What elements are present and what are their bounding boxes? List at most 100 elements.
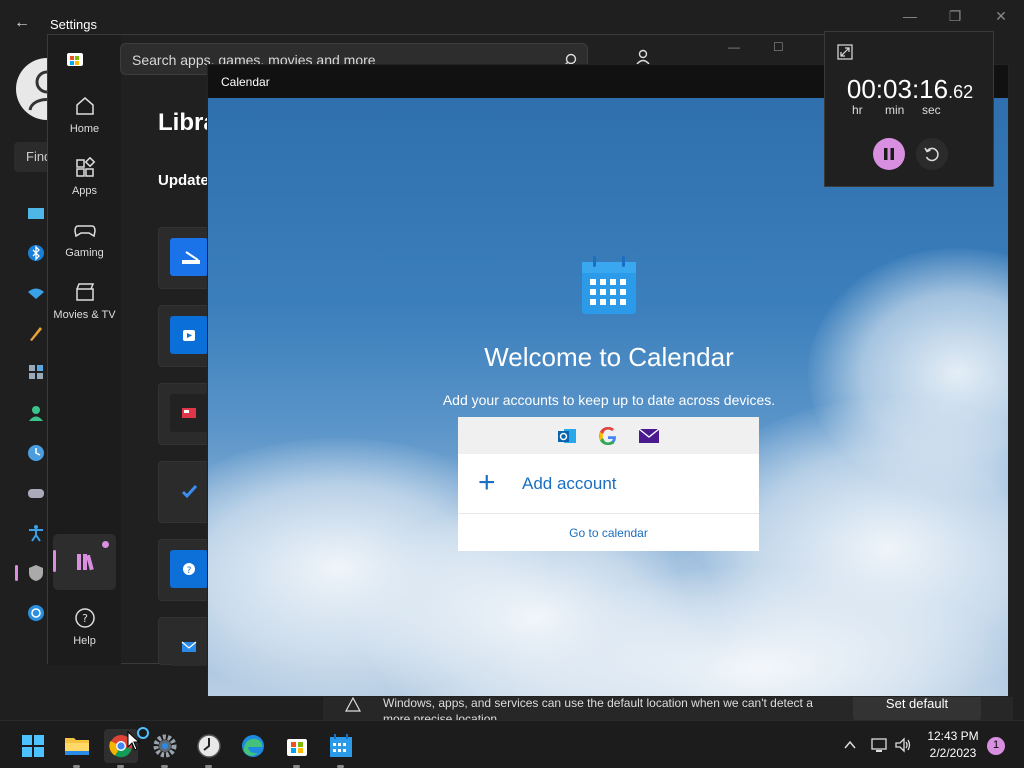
app-tile-icon <box>170 238 208 276</box>
nav-library[interactable] <box>53 534 116 590</box>
gear-icon <box>153 734 177 758</box>
pause-icon <box>884 148 894 160</box>
warning-icon <box>345 697 361 712</box>
nav-gaming[interactable]: Gaming <box>48 219 121 259</box>
timer-seconds: 16 <box>919 74 949 104</box>
welcome-heading: Welcome to Calendar <box>484 342 734 372</box>
close-icon[interactable]: ✕ <box>986 8 1016 25</box>
reset-button[interactable] <box>916 138 948 170</box>
news-icon <box>170 394 208 432</box>
clock-icon <box>197 734 221 758</box>
nav-help[interactable]: ? Help <box>48 607 121 647</box>
system-icon[interactable] <box>26 204 46 224</box>
edge-taskbar-button[interactable] <box>236 729 270 763</box>
gamepad-icon <box>73 225 96 238</box>
bluetooth-icon[interactable] <box>26 243 46 263</box>
store-nav-rail: Home Apps Gaming Movies & TV ? Help <box>48 35 121 665</box>
minimize-icon[interactable]: — <box>895 8 925 24</box>
taskbar: 12:43 PM 2/2/2023 1 <box>0 720 1024 768</box>
nav-movies-tv-label: Movies & TV <box>53 309 116 321</box>
start-icon[interactable] <box>16 729 50 763</box>
library-icon <box>77 554 94 571</box>
todo-icon <box>170 472 208 510</box>
calendar-app-icon <box>582 256 636 314</box>
accessibility-icon[interactable] <box>26 523 46 543</box>
pause-button[interactable] <box>873 138 905 170</box>
get-help-icon: ? <box>170 550 208 588</box>
store-maximize-icon[interactable]: ☐ <box>773 40 784 54</box>
google-icon <box>599 427 616 445</box>
mail-icon <box>638 428 660 443</box>
nav-gaming-label: Gaming <box>65 247 104 259</box>
folder-icon <box>65 738 89 755</box>
accounts-icon[interactable] <box>26 403 46 423</box>
time-language-icon[interactable] <box>26 443 46 463</box>
notification-badge[interactable]: 1 <box>987 737 1005 755</box>
svg-text:?: ? <box>187 566 192 576</box>
volume-icon[interactable] <box>894 736 912 754</box>
apps-settings-icon[interactable] <box>26 362 46 382</box>
plus-icon: + <box>478 466 496 499</box>
video-editor-icon <box>170 316 208 354</box>
taskbar-time[interactable]: 12:43 PM <box>920 729 986 743</box>
svg-text:?: ? <box>82 612 88 625</box>
clock-timer-widget: 00:03:16.62 hr min sec <box>824 31 994 187</box>
nav-apps-label: Apps <box>71 185 98 197</box>
minutes-label: min <box>885 103 905 117</box>
privacy-security-icon[interactable] <box>26 563 46 583</box>
set-default-button[interactable]: Set default <box>853 697 981 721</box>
edge-icon <box>242 735 264 757</box>
nav-help-label: Help <box>73 635 96 647</box>
gaming-settings-icon[interactable] <box>26 483 46 503</box>
mouse-cursor-icon <box>127 731 141 751</box>
nav-home-label: Home <box>69 123 100 135</box>
personalization-icon[interactable] <box>26 323 46 343</box>
calendar-welcome-pane: Welcome to Calendar Add your accounts to… <box>208 98 1008 696</box>
timer-hours: 00 <box>846 74 876 104</box>
add-account-label: Add account <box>522 474 617 493</box>
file-explorer-taskbar-button[interactable] <box>60 729 94 768</box>
nav-apps[interactable]: Apps <box>48 157 121 197</box>
nav-movies-tv[interactable]: Movies & TV <box>48 281 121 321</box>
seconds-label: sec <box>922 103 941 117</box>
home-icon <box>75 97 94 115</box>
add-account-button[interactable]: + Add account <box>458 454 759 511</box>
selected-indicator <box>15 565 18 581</box>
library-selected-indicator <box>53 550 56 572</box>
welcome-subtitle: Add your accounts to keep up to date acr… <box>442 392 776 408</box>
store-taskbar-button[interactable] <box>280 729 314 768</box>
timer-fraction: .62 <box>948 82 974 102</box>
restore-icon[interactable]: ❐ <box>940 8 970 25</box>
chevron-up-icon[interactable] <box>842 737 858 753</box>
nav-home[interactable]: Home <box>48 95 121 135</box>
apps-icon <box>75 157 95 177</box>
timer-readout: 00:03:16.62 <box>846 74 974 104</box>
help-icon: ? <box>74 608 95 628</box>
calendar-taskbar-button[interactable] <box>324 729 358 768</box>
store-logo-icon <box>67 53 83 66</box>
timer-minutes: 03 <box>883 74 912 104</box>
back-arrow-icon[interactable]: ← <box>14 14 30 32</box>
hours-label: hr <box>852 103 863 117</box>
calendar-icon <box>330 734 352 757</box>
settings-taskbar-button[interactable] <box>148 729 182 768</box>
account-card: + Add account Go to calendar <box>458 417 759 551</box>
default-location-banner: Windows, apps, and services can use the … <box>323 697 1013 721</box>
reset-icon <box>924 147 939 162</box>
store-icon <box>287 739 307 756</box>
default-location-text: Windows, apps, and services can use the … <box>383 697 813 721</box>
mail-app-icon <box>170 628 208 666</box>
go-to-calendar-link[interactable]: Go to calendar <box>458 513 759 551</box>
expand-icon[interactable] <box>837 44 853 60</box>
windows-update-icon[interactable] <box>26 603 46 623</box>
clock-taskbar-button[interactable] <box>192 729 226 768</box>
network-status-icon[interactable] <box>870 736 888 754</box>
taskbar-date[interactable]: 2/2/2023 <box>920 746 986 760</box>
provider-strip <box>458 417 759 454</box>
store-minimize-icon[interactable]: — <box>728 40 740 54</box>
clapperboard-icon <box>75 283 94 301</box>
network-icon[interactable] <box>26 283 46 303</box>
outlook-icon <box>558 429 576 443</box>
updates-section-title: Update <box>158 172 209 189</box>
settings-title: Settings <box>50 17 97 32</box>
